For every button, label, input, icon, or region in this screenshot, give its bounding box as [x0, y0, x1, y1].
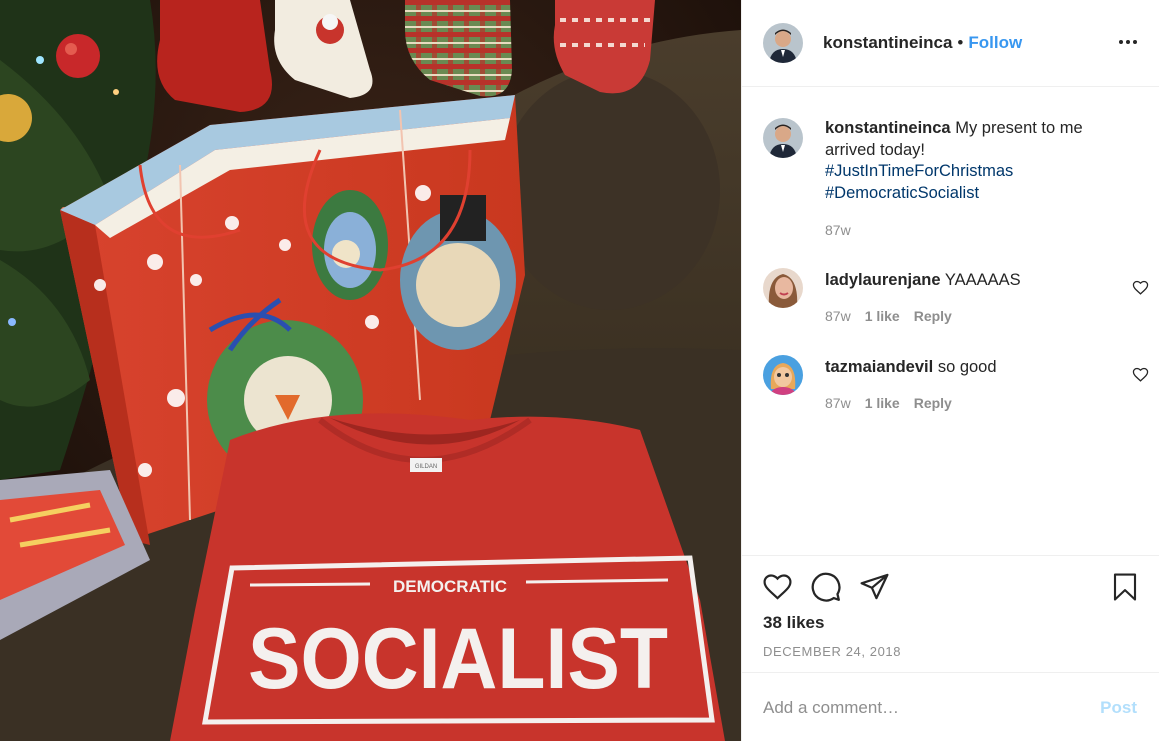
post-date[interactable]: DECEMBER 24, 2018 [763, 644, 901, 659]
share-icon[interactable] [859, 571, 890, 602]
post-comment-button[interactable]: Post [1100, 698, 1137, 718]
bookmark-icon[interactable] [1110, 571, 1140, 603]
reply-button[interactable]: Reply [914, 395, 952, 411]
comment-text-block: ladylaurenjane YAAAAAS [825, 271, 1021, 290]
comment-item: tazmaiandevil so good 87w 1 like Reply [763, 355, 1153, 435]
action-bar [762, 571, 1142, 605]
heart-icon[interactable] [1132, 279, 1149, 296]
comment-meta: 87w 1 like Reply [825, 308, 952, 324]
caption-timestamp[interactable]: 87w [825, 222, 851, 238]
heart-icon[interactable] [1132, 366, 1149, 383]
comment-meta: 87w 1 like Reply [825, 395, 952, 411]
comment-icon[interactable] [810, 571, 842, 603]
comment-item: ladylaurenjane YAAAAAS 87w 1 like Reply [763, 268, 1153, 348]
comment-text: YAAAAAS [944, 271, 1021, 289]
shirt-big-text: SOCIALIST [248, 611, 668, 707]
post-actions-section: 38 likes DECEMBER 24, 2018 [742, 555, 1159, 672]
shirt-small-text: DEMOCRATIC [393, 577, 507, 596]
hashtag-link[interactable]: #JustInTimeForChristmas [825, 161, 1135, 183]
comment-timestamp[interactable]: 87w [825, 395, 851, 411]
shirt-tag-text: GILDAN [415, 464, 437, 470]
likes-count[interactable]: 38 likes [763, 613, 824, 633]
avatar[interactable] [763, 118, 803, 158]
comment-timestamp[interactable]: 87w [825, 308, 851, 324]
avatar[interactable] [763, 355, 803, 395]
comment-text: so good [937, 358, 997, 376]
reply-button[interactable]: Reply [914, 308, 952, 324]
caption-text-block: konstantineinca My present to me arrived… [825, 118, 1135, 204]
comment-username[interactable]: tazmaiandevil [825, 358, 933, 376]
comment-likes[interactable]: 1 like [865, 308, 900, 324]
red-tshirt: GILDAN DEMOCRATIC SOCIALIST [170, 413, 725, 741]
add-comment-section: Post [742, 672, 1159, 741]
like-heart-icon[interactable] [762, 571, 793, 602]
post-image: GILDAN DEMOCRATIC SOCIALIST [0, 0, 741, 741]
avatar[interactable] [763, 23, 803, 63]
avatar[interactable] [763, 268, 803, 308]
more-options-icon[interactable] [1119, 40, 1137, 44]
post-header: konstantineinca • Follow [742, 0, 1159, 87]
follow-button[interactable]: Follow [968, 33, 1022, 53]
comment-likes[interactable]: 1 like [865, 395, 900, 411]
comment-username[interactable]: ladylaurenjane [825, 271, 941, 289]
comment-input[interactable] [763, 695, 1073, 721]
hashtag-link[interactable]: #DemocraticSocialist [825, 183, 1135, 205]
post-username[interactable]: konstantineinca [823, 33, 952, 53]
caption-username[interactable]: konstantineinca [825, 119, 951, 137]
post-photo[interactable]: GILDAN DEMOCRATIC SOCIALIST [0, 0, 741, 741]
post-side-panel: konstantineinca • Follow konstantineinca… [741, 0, 1160, 741]
comment-text-block: tazmaiandevil so good [825, 358, 997, 377]
separator-dot: • [957, 33, 964, 52]
